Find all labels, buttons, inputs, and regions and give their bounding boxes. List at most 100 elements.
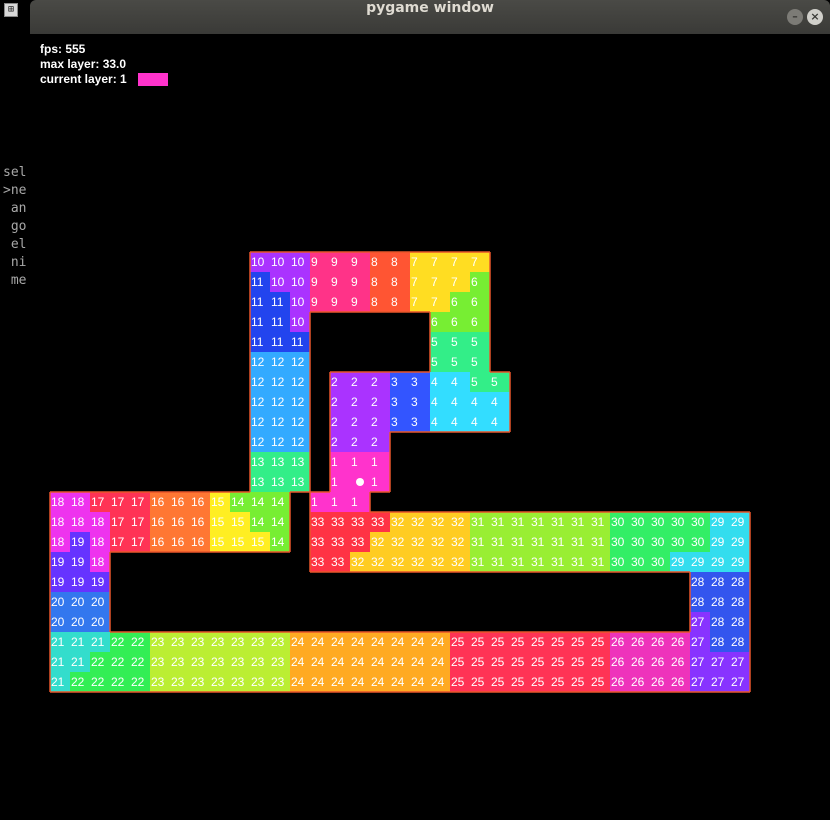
layer-cell[interactable]: 30	[630, 532, 650, 552]
layer-cell[interactable]: 1	[330, 472, 350, 492]
layer-cell[interactable]: 12	[270, 392, 290, 412]
close-button[interactable]: ×	[807, 9, 823, 25]
layer-cell[interactable]: 25	[470, 632, 490, 652]
layer-cell[interactable]: 12	[250, 412, 270, 432]
layer-cell[interactable]: 33	[330, 552, 350, 572]
layer-cell[interactable]: 23	[250, 632, 270, 652]
layer-cell[interactable]: 28	[730, 572, 750, 592]
layer-cell[interactable]	[350, 472, 370, 492]
layer-cell[interactable]: 30	[610, 532, 630, 552]
layer-cell[interactable]: 22	[130, 632, 150, 652]
layer-cell[interactable]: 15	[210, 492, 230, 512]
layer-cell[interactable]: 29	[730, 512, 750, 532]
layer-cell[interactable]: 9	[330, 252, 350, 272]
layer-cell[interactable]: 33	[310, 532, 330, 552]
layer-cell[interactable]: 23	[250, 672, 270, 692]
layer-cell[interactable]: 12	[250, 432, 270, 452]
layer-cell[interactable]: 28	[730, 612, 750, 632]
layer-cell[interactable]: 24	[410, 632, 430, 652]
layer-cell[interactable]: 31	[490, 532, 510, 552]
layer-cell[interactable]: 18	[90, 512, 110, 532]
layer-cell[interactable]: 11	[250, 292, 270, 312]
layer-cell[interactable]: 6	[430, 312, 450, 332]
layer-cell[interactable]: 12	[270, 432, 290, 452]
layer-cell[interactable]: 29	[690, 552, 710, 572]
layer-cell[interactable]: 20	[90, 592, 110, 612]
layer-cell[interactable]: 31	[470, 512, 490, 532]
layer-cell[interactable]: 11	[250, 312, 270, 332]
layer-cell[interactable]: 16	[170, 492, 190, 512]
layer-cell[interactable]: 23	[190, 672, 210, 692]
layer-cell[interactable]: 24	[290, 672, 310, 692]
layer-cell[interactable]: 31	[590, 512, 610, 532]
layer-cell[interactable]: 11	[270, 292, 290, 312]
layer-cell[interactable]: 12	[270, 352, 290, 372]
layer-cell[interactable]: 4	[470, 392, 490, 412]
layer-cell[interactable]: 32	[390, 512, 410, 532]
layer-cell[interactable]: 24	[310, 652, 330, 672]
layer-cell[interactable]: 30	[610, 552, 630, 572]
layer-cell[interactable]: 12	[270, 372, 290, 392]
layer-cell[interactable]: 23	[170, 652, 190, 672]
layer-cell[interactable]: 14	[250, 512, 270, 532]
layer-cell[interactable]: 3	[390, 392, 410, 412]
layer-cell[interactable]: 9	[330, 272, 350, 292]
layer-cell[interactable]: 17	[90, 492, 110, 512]
layer-cell[interactable]: 1	[350, 452, 370, 472]
layer-cell[interactable]: 16	[150, 492, 170, 512]
layer-cell[interactable]: 7	[450, 272, 470, 292]
layer-cell[interactable]: 13	[250, 452, 270, 472]
layer-cell[interactable]: 24	[390, 632, 410, 652]
layer-cell[interactable]: 8	[370, 272, 390, 292]
layer-cell[interactable]: 8	[390, 292, 410, 312]
layer-cell[interactable]: 1	[350, 492, 370, 512]
layer-cell[interactable]: 29	[710, 552, 730, 572]
layer-cell[interactable]: 2	[370, 392, 390, 412]
layer-cell[interactable]: 20	[70, 592, 90, 612]
layer-cell[interactable]: 20	[50, 612, 70, 632]
layer-cell[interactable]: 10	[270, 252, 290, 272]
layer-cell[interactable]: 24	[330, 632, 350, 652]
layer-cell[interactable]: 24	[410, 672, 430, 692]
layer-cell[interactable]: 22	[130, 672, 150, 692]
layer-cell[interactable]: 30	[630, 552, 650, 572]
layer-cell[interactable]: 12	[250, 392, 270, 412]
layer-cell[interactable]: 2	[350, 392, 370, 412]
layer-cell[interactable]: 12	[290, 432, 310, 452]
layer-cell[interactable]: 12	[250, 372, 270, 392]
layer-cell[interactable]: 18	[50, 512, 70, 532]
layer-cell[interactable]: 31	[570, 512, 590, 532]
layer-cell[interactable]: 25	[470, 652, 490, 672]
layer-cell[interactable]: 6	[470, 312, 490, 332]
layer-cell[interactable]: 33	[310, 552, 330, 572]
layer-cell[interactable]: 29	[730, 552, 750, 572]
layer-cell[interactable]: 32	[410, 532, 430, 552]
layer-cell[interactable]: 33	[350, 532, 370, 552]
layer-cell[interactable]: 7	[430, 272, 450, 292]
layer-cell[interactable]: 20	[50, 592, 70, 612]
layer-cell[interactable]: 28	[710, 592, 730, 612]
layer-cell[interactable]: 5	[470, 372, 490, 392]
layer-cell[interactable]: 27	[730, 652, 750, 672]
layer-cell[interactable]: 24	[290, 632, 310, 652]
layer-cell[interactable]: 3	[410, 392, 430, 412]
layer-cell[interactable]: 32	[350, 552, 370, 572]
layer-cell[interactable]: 31	[530, 512, 550, 532]
layer-cell[interactable]: 32	[450, 512, 470, 532]
layer-cell[interactable]: 30	[650, 512, 670, 532]
layer-cell[interactable]: 23	[150, 652, 170, 672]
layer-cell[interactable]: 14	[230, 492, 250, 512]
layer-cell[interactable]: 24	[430, 632, 450, 652]
layer-cell[interactable]: 8	[370, 292, 390, 312]
layer-cell[interactable]: 33	[330, 532, 350, 552]
layer-cell[interactable]: 8	[390, 272, 410, 292]
layer-cell[interactable]: 27	[730, 672, 750, 692]
layer-cell[interactable]: 28	[710, 612, 730, 632]
layer-cell[interactable]: 11	[250, 332, 270, 352]
layer-cell[interactable]: 23	[170, 672, 190, 692]
layer-cell[interactable]: 24	[350, 632, 370, 652]
layer-cell[interactable]: 26	[610, 632, 630, 652]
layer-cell[interactable]: 10	[290, 292, 310, 312]
layer-cell[interactable]: 16	[170, 512, 190, 532]
layer-cell[interactable]: 22	[70, 672, 90, 692]
